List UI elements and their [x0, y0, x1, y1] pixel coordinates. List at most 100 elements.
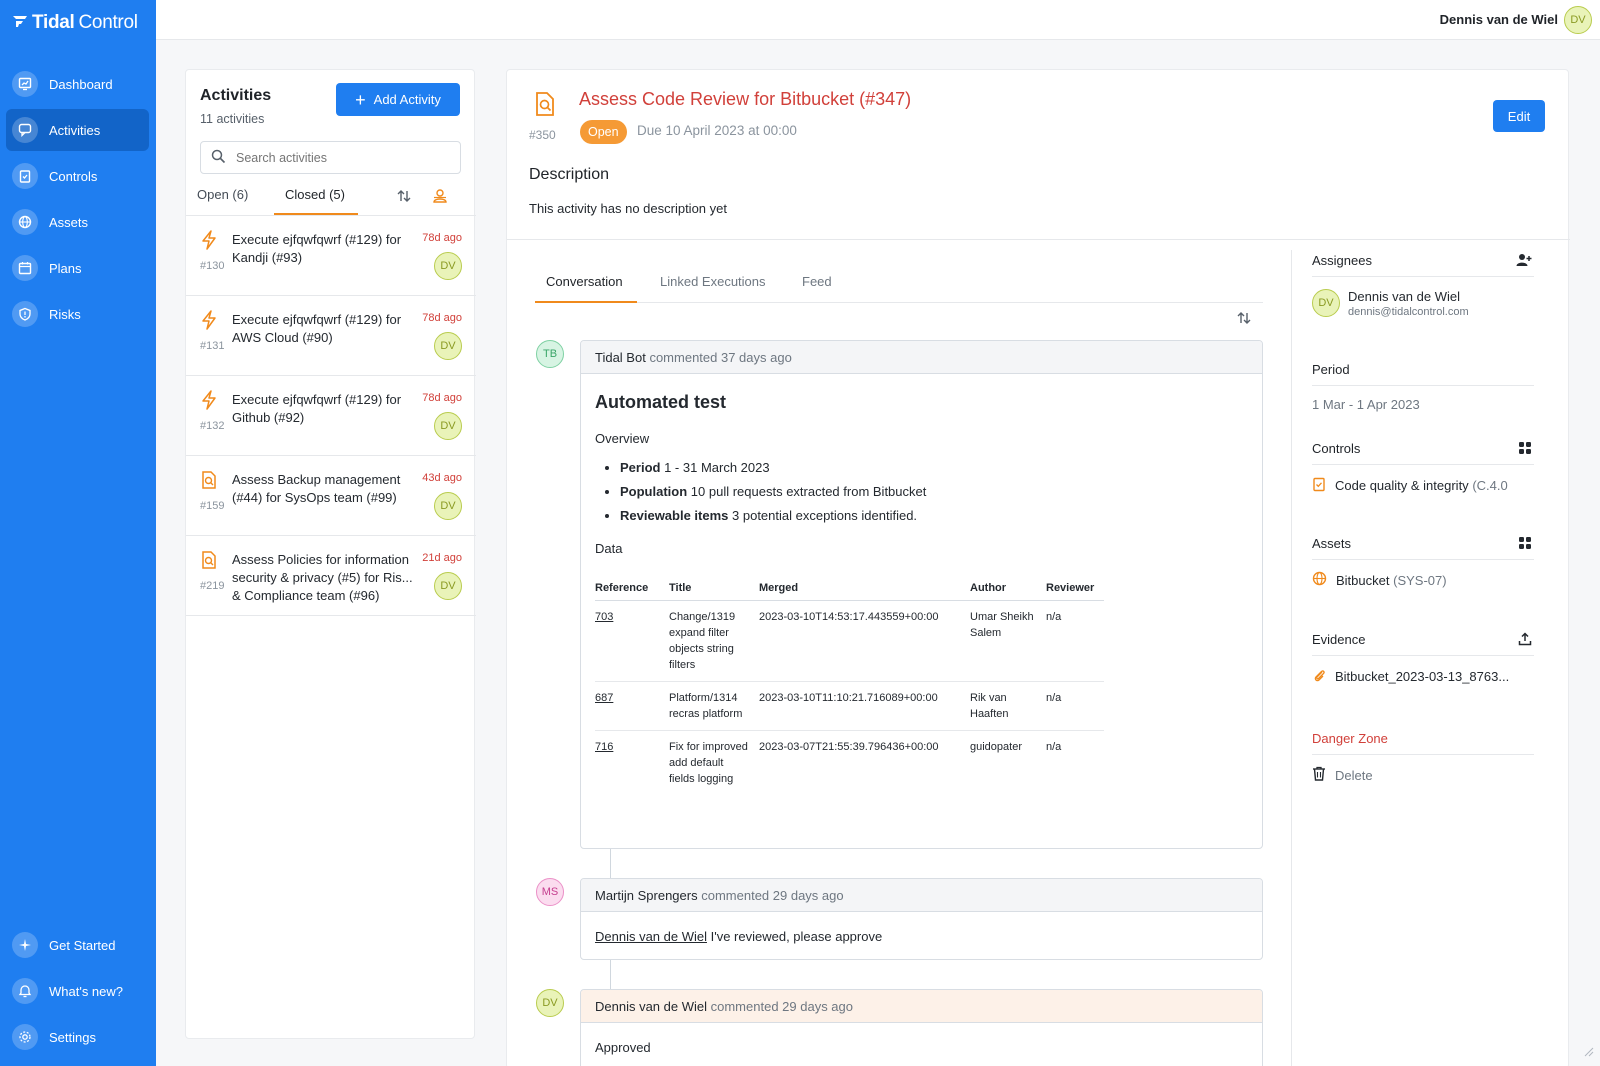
data-table: Reference Title Merged Author Reviewer 7… [595, 578, 1105, 795]
activity-list-item[interactable]: #130 Execute ejfqwfqwrf (#129) for Kandj… [186, 216, 476, 296]
tab-linked-executions[interactable]: Linked Executions [660, 274, 766, 289]
add-activity-button[interactable]: + Add Activity [336, 83, 460, 116]
sidebar-item-settings[interactable]: Settings [6, 1016, 149, 1058]
detail-tabs: Conversation Linked Executions Feed [535, 263, 1263, 303]
trash-icon [1312, 766, 1326, 784]
status-badge: Open [580, 120, 627, 144]
app-logo[interactable]: Tidal Control [12, 12, 138, 34]
sidebar-item-whats-new[interactable]: What's new? [6, 970, 149, 1012]
reference-link[interactable]: 687 [595, 692, 613, 704]
sidebar-item-controls[interactable]: Controls [6, 155, 149, 197]
timeline-connector [610, 959, 611, 989]
grid-icon[interactable] [1518, 441, 1532, 458]
activity-number: #350 [529, 128, 556, 142]
avatar: TB [536, 340, 564, 368]
tab-conversation[interactable]: Conversation [546, 274, 623, 289]
bullet-key: Period [620, 460, 661, 475]
control-clipboard-icon [1312, 476, 1326, 495]
add-activity-label: Add Activity [373, 92, 441, 107]
comment-header: Dennis van de Wiel commented 29 days ago [581, 990, 1262, 1023]
topbar: Dennis van de Wiel DV [156, 0, 1600, 40]
description-text: This activity has no description yet [529, 201, 727, 216]
assess-icon [200, 550, 220, 570]
dashboard-icon [12, 71, 38, 97]
reference-link[interactable]: 703 [595, 611, 613, 623]
resize-grip-icon[interactable] [1582, 1045, 1594, 1060]
sidebar-item-activities[interactable]: Activities [6, 109, 149, 151]
table-cell: 2023-03-07T21:55:39.796436+00:00 [759, 741, 939, 753]
table-cell: Rik van Haaften [970, 681, 1046, 731]
linked-control[interactable]: Code quality & integrity (C.4.0 [1312, 476, 1534, 495]
activity-title: Execute ejfqwfqwrf (#129) for Github (#9… [232, 392, 402, 425]
paperclip-icon [1312, 667, 1326, 686]
filter-assignee-icon[interactable] [432, 188, 448, 207]
delete-button[interactable]: Delete [1312, 766, 1534, 784]
comment: Tidal Bot commented 37 days ago Automate… [580, 340, 1263, 849]
activity-title: Assess Backup management (#44) for SysOp… [232, 472, 401, 505]
sidebar-item-label: Assets [49, 214, 89, 230]
bullet-value: 10 pull requests extracted from Bitbucke… [690, 484, 927, 499]
table-cell: n/a [1046, 600, 1105, 682]
comment-body: Automated test Overview Period 1 - 31 Ma… [581, 374, 1262, 809]
tab-closed[interactable]: Closed (5) [285, 187, 345, 202]
sort-icon[interactable] [396, 188, 412, 207]
current-user-name[interactable]: Dennis van de Wiel [1440, 12, 1558, 27]
table-cell: guidopater [970, 741, 1022, 753]
comment-author[interactable]: Martijn Sprengers [595, 888, 698, 903]
avatar: DV [434, 252, 462, 280]
comment-header: Tidal Bot commented 37 days ago [581, 341, 1262, 374]
search-input[interactable] [236, 150, 436, 165]
sidebar: Tidal Control Dashboard Activities Contro… [0, 0, 156, 1066]
grid-icon[interactable] [1518, 536, 1532, 553]
data-label: Data [595, 541, 623, 556]
avatar: DV [434, 492, 462, 520]
linked-asset[interactable]: Bitbucket (SYS-07) [1312, 571, 1534, 589]
comment-body: Approved [581, 1023, 1262, 1066]
sidebar-item-label: Settings [49, 1029, 96, 1045]
comment-author[interactable]: Tidal Bot [595, 350, 646, 365]
lightning-icon [200, 310, 220, 330]
activity-list-item[interactable]: #219 Assess Policies for information sec… [186, 536, 476, 616]
table-cell: n/a [1046, 741, 1062, 753]
activity-time: 78d ago [422, 392, 462, 404]
sidebar-item-get-started[interactable]: Get Started [6, 924, 149, 966]
activity-list-item[interactable]: #159 Assess Backup management (#44) for … [186, 456, 476, 536]
sidebar-item-risks[interactable]: Risks [6, 293, 149, 335]
assignee[interactable]: DV Dennis van de Wiel dennis@tidalcontro… [1312, 289, 1534, 318]
bullet-value: 1 - 31 March 2023 [664, 460, 770, 475]
control-code: (C.4.0 [1472, 478, 1508, 493]
sidebar-item-assets[interactable]: Assets [6, 201, 149, 243]
sidebar-item-label: What's new? [49, 983, 124, 999]
section-title: Assets [1312, 536, 1534, 560]
overview-list: Period 1 - 31 March 2023 Population 10 p… [595, 460, 1248, 523]
due-date: Due 10 April 2023 at 00:00 [637, 123, 797, 138]
upload-icon[interactable] [1518, 632, 1532, 649]
reference-link[interactable]: 716 [595, 741, 613, 753]
sidebar-item-label: Plans [49, 260, 82, 276]
column-header: Merged [759, 578, 970, 601]
section-title: Assignees [1312, 253, 1534, 277]
avatar[interactable]: DV [1564, 6, 1592, 34]
activity-list-item[interactable]: #132 Execute ejfqwfqwrf (#129) for Githu… [186, 376, 476, 456]
evidence-file[interactable]: Bitbucket_2023-03-13_8763... [1312, 667, 1534, 686]
tab-feed[interactable]: Feed [802, 274, 832, 289]
activity-detail-panel: #350 Assess Code Review for Bitbucket (#… [506, 69, 1570, 1066]
user-mention[interactable]: Dennis van de Wiel [595, 929, 707, 944]
page-title: Assess Code Review for Bitbucket (#347) [579, 89, 912, 109]
sidebar-item-label: Risks [49, 306, 81, 322]
sidebar-item-plans[interactable]: Plans [6, 247, 149, 289]
add-user-icon[interactable] [1516, 253, 1532, 270]
assess-icon [200, 470, 220, 490]
comment-author[interactable]: Dennis van de Wiel [595, 999, 707, 1014]
sidebar-item-dashboard[interactable]: Dashboard [6, 63, 149, 105]
tab-open[interactable]: Open (6) [197, 187, 248, 202]
sort-icon[interactable] [1236, 310, 1252, 330]
table-cell: 2023-03-10T11:10:21.716089+00:00 [759, 681, 970, 731]
bullet-key: Population [620, 484, 688, 499]
edit-button[interactable]: Edit [1493, 100, 1545, 132]
danger-zone-section: Danger Zone Delete [1312, 731, 1534, 784]
description-title: Description [529, 166, 610, 183]
activity-list-item[interactable]: #131 Execute ejfqwfqwrf (#129) for AWS C… [186, 296, 476, 376]
evidence-title: Evidence [1312, 632, 1366, 647]
table-cell: n/a [1046, 681, 1105, 731]
